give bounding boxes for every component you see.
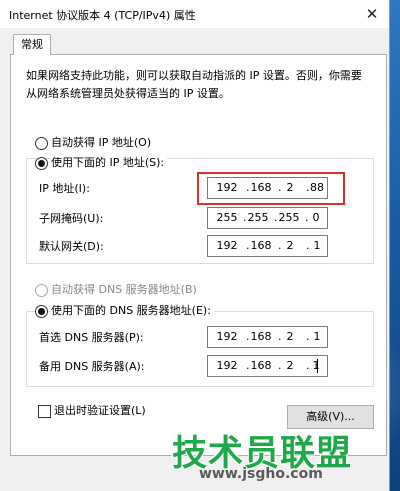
- ip-octet: 168: [250, 359, 272, 372]
- ip-auto-radio[interactable]: [35, 137, 48, 150]
- ip-octet: 255: [247, 211, 269, 224]
- subnet-mask-input[interactable]: 255 . 255 . 255 . 0: [207, 207, 328, 229]
- ip-octet: 255: [216, 211, 238, 224]
- ip-auto-label[interactable]: 自动获得 IP 地址(O): [51, 136, 151, 150]
- alternate-dns-label: 备用 DNS 服务器(A):: [39, 360, 145, 373]
- dns-manual-radio[interactable]: [35, 305, 48, 318]
- ip-address-highlight: [197, 172, 345, 205]
- ip-octet: 168: [250, 239, 272, 252]
- ip-manual-radio[interactable]: [35, 157, 48, 170]
- dns-auto-label[interactable]: 自动获得 DNS 服务器地址(B): [51, 283, 197, 297]
- ip-octet: 192: [216, 359, 238, 372]
- dns-manual-label[interactable]: 使用下面的 DNS 服务器地址(E):: [51, 304, 214, 318]
- ip-octet: 168: [250, 330, 272, 343]
- preferred-dns-input[interactable]: 192 . 168 . 2 . 1: [207, 326, 328, 348]
- ip-manual-label[interactable]: 使用下面的 IP 地址(S):: [51, 156, 168, 170]
- ip-octet: 192: [216, 239, 238, 252]
- description-text: 如果网络支持此功能，则可以获取自动指派的 IP 设置。否则，你需要从网络系统管理…: [26, 69, 362, 100]
- default-gateway-label: 默认网关(D):: [39, 240, 104, 253]
- subnet-mask-label: 子网掩码(U):: [39, 212, 104, 225]
- window-title: Internet 协议版本 4 (TCP/IPv4) 属性: [9, 9, 196, 22]
- ip-octet: 2: [286, 359, 294, 372]
- text-caret: [317, 359, 318, 373]
- validate-on-exit-checkbox[interactable]: [38, 405, 51, 418]
- ip-octet: 1: [313, 330, 321, 343]
- tcpip-properties-dialog: Internet 协议版本 4 (TCP/IPv4) 属性 ✕ 常规 如果网络支…: [0, 0, 390, 491]
- ip-octet: 192: [216, 330, 238, 343]
- alternate-dns-input[interactable]: 192 . 168 . 2 . 1: [207, 355, 328, 377]
- watermark-url: www.jsgho.com: [199, 466, 323, 482]
- ip-address-label: IP 地址(I):: [39, 182, 90, 195]
- ip-octet: 1: [312, 359, 320, 372]
- ip-octet: 2: [286, 330, 294, 343]
- ip-octet: 1: [313, 239, 321, 252]
- ip-octet: 0: [312, 211, 320, 224]
- ip-octet: 255: [278, 211, 300, 224]
- ip-octet: 2: [286, 239, 294, 252]
- close-icon[interactable]: ✕: [361, 4, 383, 24]
- preferred-dns-label: 首选 DNS 服务器(P):: [39, 331, 144, 344]
- validate-on-exit-label[interactable]: 退出时验证设置(L): [54, 404, 146, 418]
- default-gateway-input[interactable]: 192 . 168 . 2 . 1: [207, 235, 328, 257]
- tab-general[interactable]: 常规: [13, 34, 51, 55]
- title-bar: Internet 协议版本 4 (TCP/IPv4) 属性 ✕: [0, 0, 389, 28]
- dns-auto-radio[interactable]: [35, 284, 48, 297]
